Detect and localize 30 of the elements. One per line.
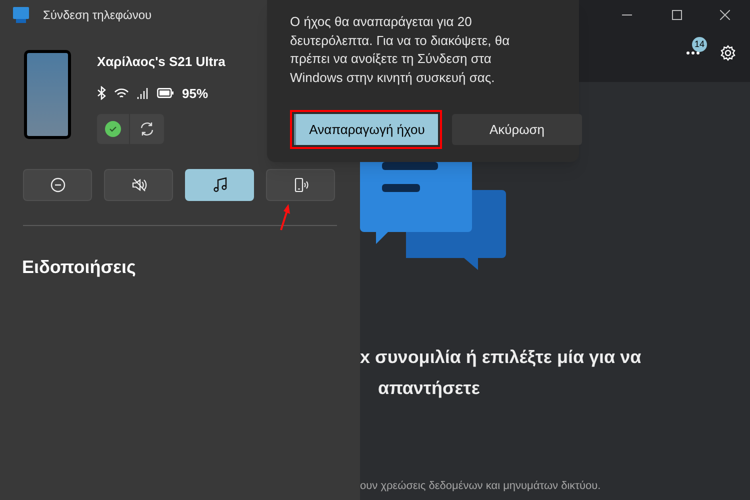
prompt-text: απαντήσετε xyxy=(378,377,481,400)
dnd-icon xyxy=(50,177,66,193)
sync-icon[interactable] xyxy=(139,121,155,137)
signal-icon xyxy=(137,87,149,100)
wifi-icon xyxy=(114,88,129,99)
prompt-text: x συνομιλία ή επιλέξτε μία για να xyxy=(360,346,642,369)
quick-action-button[interactable] xyxy=(104,169,173,201)
maximize-icon[interactable] xyxy=(672,10,682,20)
dialog-message: Ο ήχος θα αναπαράγεται για 20 δευτερόλεπτα. Για να το διακόψετε, θα πρέπει να ανοίξετε τη Σύνδεση στα Windows στην κινητή συσκευή σας. xyxy=(290,13,511,87)
phone-ringing-icon xyxy=(292,177,308,193)
settings-icon[interactable] xyxy=(720,45,736,61)
quick-action-button[interactable] xyxy=(185,169,254,201)
more-icon[interactable] xyxy=(686,51,700,55)
muted-speaker-icon xyxy=(130,177,146,193)
notification-badge: 14 xyxy=(692,37,707,52)
window-title: Σύνδεση τηλεφώνου xyxy=(43,7,152,24)
close-icon[interactable] xyxy=(720,10,730,20)
dialog-button[interactable]: Αναπαραγωγή ήχου xyxy=(294,114,438,145)
bluetooth-icon xyxy=(97,86,106,100)
battery-icon xyxy=(157,88,174,98)
quick-action-button[interactable] xyxy=(23,169,92,201)
quick-action-button[interactable] xyxy=(266,169,335,201)
app-icon xyxy=(12,7,30,23)
footnote-text: ουν χρεώσεις δεδομένων και μηνυμάτων δικτύου. xyxy=(360,479,602,494)
dialog-button[interactable]: Ακύρωση xyxy=(452,114,582,145)
battery-percentage: 95% xyxy=(182,84,208,102)
device-name: Χαρίλαος's S21 Ultra xyxy=(97,53,226,71)
arrow-drawing xyxy=(279,203,291,231)
section-heading: Ειδοποιήσεις xyxy=(22,256,137,279)
music-note-icon xyxy=(212,177,228,193)
